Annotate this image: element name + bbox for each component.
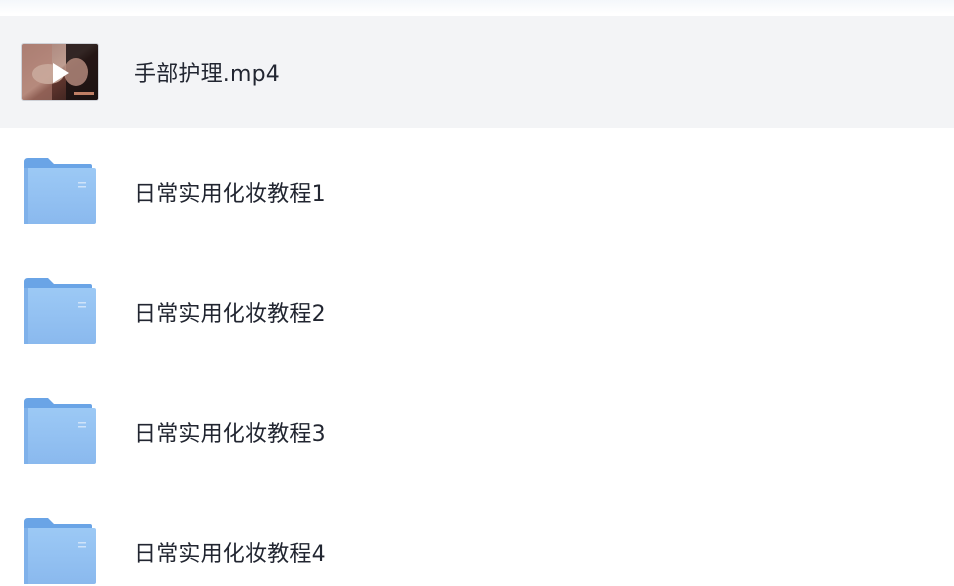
file-row-folder[interactable]: 日常实用化妆教程4	[0, 496, 954, 586]
folder-icon	[24, 518, 96, 586]
file-name[interactable]: 日常实用化妆教程3	[134, 416, 326, 448]
folder-icon	[24, 278, 96, 346]
video-thumbnail[interactable]	[21, 43, 99, 101]
file-name[interactable]: 日常实用化妆教程4	[134, 536, 326, 568]
video-thumbnail-play-icon	[22, 44, 98, 100]
folder-icon	[24, 158, 96, 226]
file-name[interactable]: 手部护理.mp4	[134, 56, 280, 88]
file-row-folder[interactable]: 日常实用化妆教程2	[0, 256, 954, 368]
file-name[interactable]: 日常实用化妆教程1	[134, 176, 326, 208]
file-row-folder[interactable]: 日常实用化妆教程3	[0, 376, 954, 488]
folder-icon	[24, 398, 96, 466]
file-row-video[interactable]: 手部护理.mp4	[0, 16, 954, 128]
file-list: 手部护理.mp4 日常实用化妆教程1 日常实用化妆教程2 日常实用化妆教程3 日…	[0, 0, 954, 586]
file-row-folder[interactable]: 日常实用化妆教程1	[0, 136, 954, 248]
file-name[interactable]: 日常实用化妆教程2	[134, 296, 326, 328]
